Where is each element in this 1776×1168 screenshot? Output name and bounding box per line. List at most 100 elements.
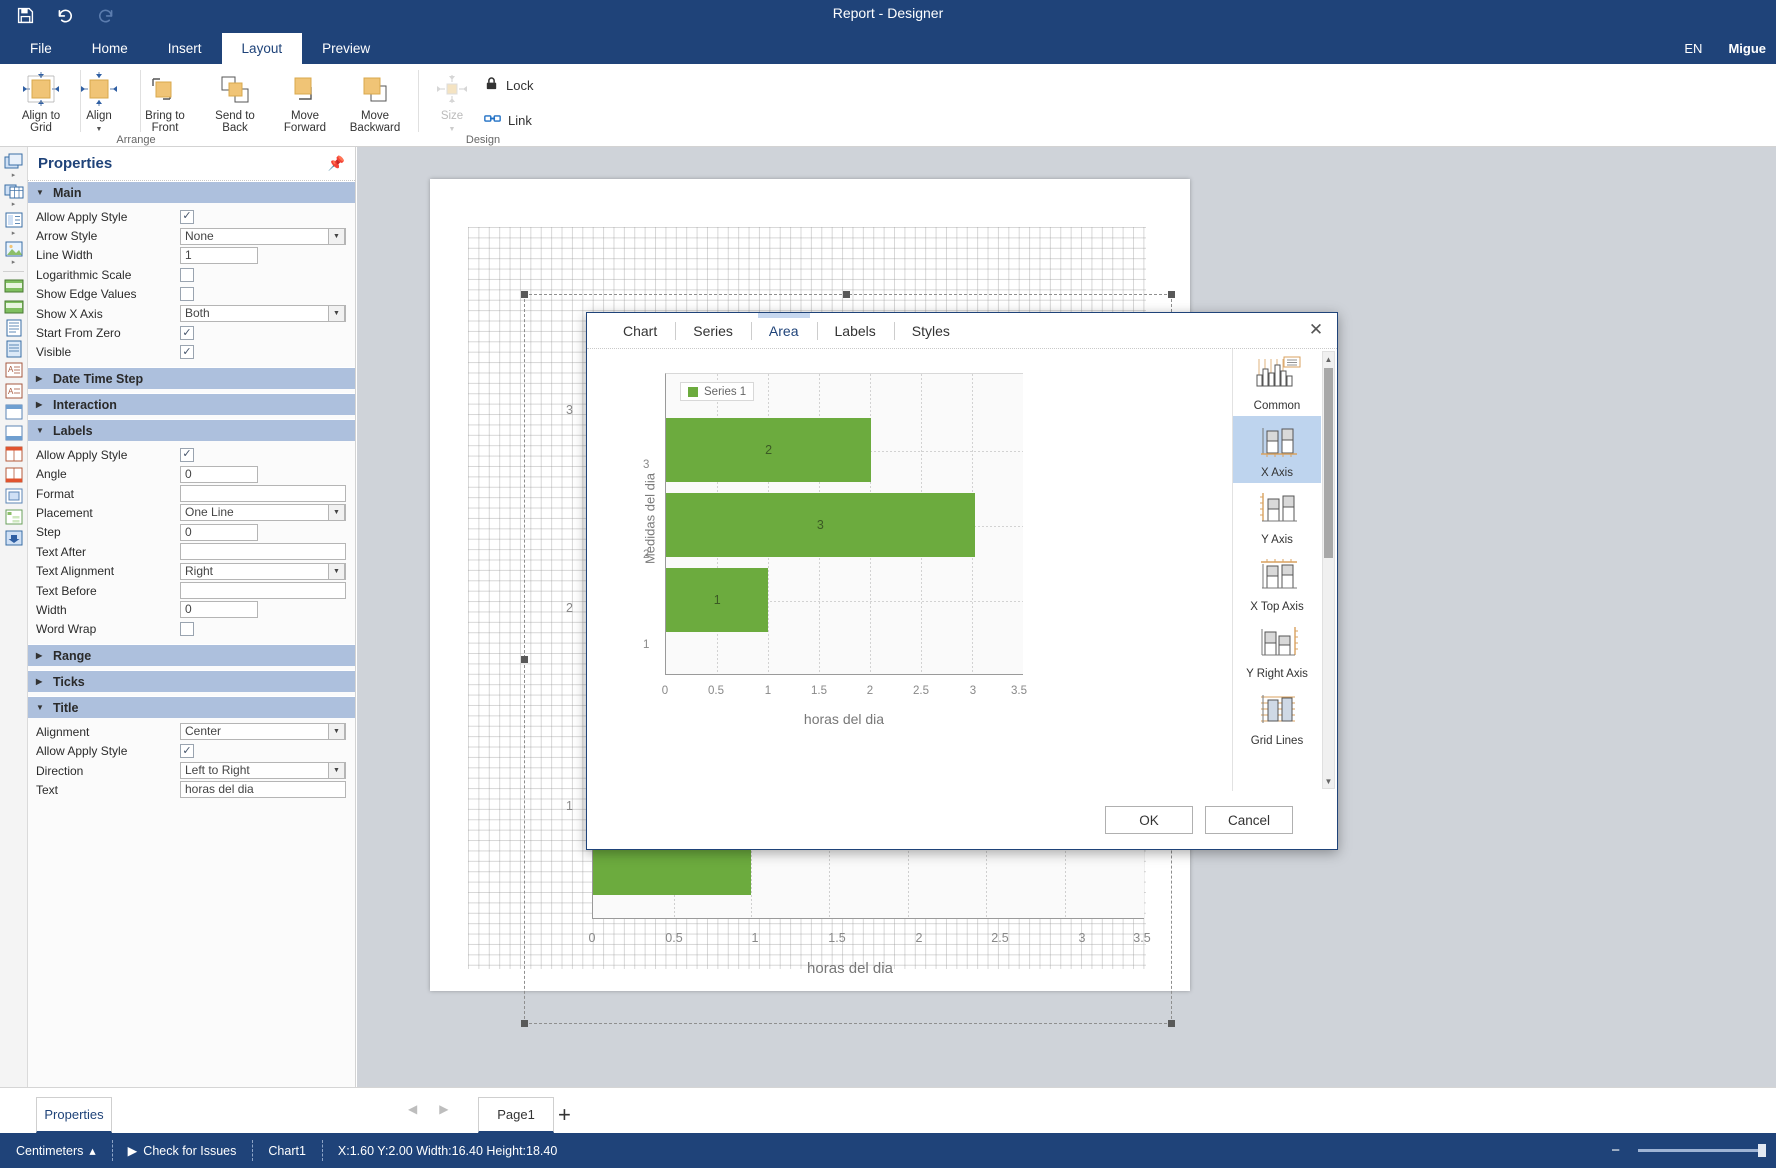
toolbox-item-group-header[interactable]: A bbox=[0, 360, 27, 380]
zoom-slider-thumb[interactable] bbox=[1758, 1144, 1766, 1157]
input-angle[interactable]: 0 bbox=[180, 465, 258, 483]
align-button[interactable]: Align ▼ bbox=[62, 68, 136, 136]
toolbox-item-sub-report[interactable] bbox=[0, 528, 27, 548]
chevron-right-icon[interactable]: ▸ bbox=[0, 201, 27, 209]
toolbox-item-cross-tab[interactable]: ▸ bbox=[0, 210, 27, 238]
ribbon-tab-insert[interactable]: Insert bbox=[148, 33, 222, 64]
area-item-grid-lines[interactable]: Grid Lines bbox=[1233, 684, 1321, 751]
input-width[interactable]: 0 bbox=[180, 601, 258, 619]
pin-icon[interactable]: 📌 bbox=[328, 155, 345, 172]
combo-arrow-style[interactable]: None ▼ bbox=[180, 227, 346, 245]
chevron-right-icon[interactable]: ▶ bbox=[439, 1102, 448, 1116]
toolbox-item-table[interactable]: ▸ bbox=[0, 181, 27, 209]
zoom-slider[interactable] bbox=[1638, 1144, 1766, 1157]
chevron-down-icon[interactable]: ▼ bbox=[328, 562, 345, 580]
dialog-tab-chart[interactable]: Chart bbox=[605, 314, 675, 348]
toolbox-item-header-band[interactable] bbox=[0, 402, 27, 422]
combo-direction[interactable]: Left to Right ▼ bbox=[180, 762, 346, 779]
properties-section-main[interactable]: ▼ Main bbox=[28, 181, 355, 203]
toolbox-item-footer-band[interactable] bbox=[0, 423, 27, 443]
tab-properties[interactable]: Properties bbox=[36, 1097, 112, 1133]
chevron-right-icon[interactable]: ▸ bbox=[0, 259, 27, 267]
dialog-tab-labels[interactable]: Labels bbox=[816, 314, 894, 348]
ok-button[interactable]: OK bbox=[1105, 806, 1193, 834]
properties-section-date-time-step[interactable]: ▶ Date Time Step bbox=[28, 367, 355, 390]
scroll-up-icon[interactable]: ▲ bbox=[1323, 352, 1334, 366]
properties-section-ticks[interactable]: ▶ Ticks bbox=[28, 670, 355, 693]
area-item-x-top-axis[interactable]: X Top Axis bbox=[1233, 550, 1321, 617]
zoom-out-button[interactable]: − bbox=[1611, 1142, 1620, 1159]
ribbon-tab-preview[interactable]: Preview bbox=[302, 33, 390, 64]
toolbox-item-group-footer[interactable]: A bbox=[0, 381, 27, 401]
properties-section-range[interactable]: ▶ Range bbox=[28, 644, 355, 667]
properties-section-labels[interactable]: ▼ Labels bbox=[28, 419, 355, 442]
resize-handle-w[interactable] bbox=[521, 656, 528, 663]
combo-alignment[interactable]: Center ▼ bbox=[180, 723, 346, 741]
tab-page1[interactable]: Page1 bbox=[478, 1097, 554, 1133]
combo-show-x-axis[interactable]: Both ▼ bbox=[180, 305, 346, 323]
checkbox-allow-apply-style[interactable]: ✓ bbox=[180, 744, 194, 759]
bring-to-front-button[interactable]: Bring to Front bbox=[128, 68, 202, 134]
chevron-right-icon[interactable]: ▸ bbox=[0, 172, 27, 180]
input-step[interactable]: 0 bbox=[180, 523, 258, 541]
dialog-tab-styles[interactable]: Styles bbox=[893, 314, 968, 348]
move-forward-button[interactable]: Move Forward bbox=[268, 68, 342, 134]
checkbox-allow-apply-style[interactable]: ✓ bbox=[180, 209, 194, 224]
properties-section-title[interactable]: ▼ Title bbox=[28, 696, 355, 719]
ribbon-tab-layout[interactable]: Layout bbox=[221, 33, 303, 64]
lock-button[interactable]: Lock bbox=[484, 76, 533, 94]
close-icon[interactable]: ✕ bbox=[1305, 319, 1327, 341]
units-selector[interactable]: Centimeters ▴ bbox=[0, 1133, 112, 1168]
toolbox-item-panel[interactable] bbox=[0, 486, 27, 506]
check-issues-button[interactable]: ▶ Check for Issues bbox=[111, 1133, 253, 1168]
toolbox-item-column-footer[interactable] bbox=[0, 465, 27, 485]
resize-handle-nw[interactable] bbox=[521, 291, 528, 298]
input-text-after[interactable] bbox=[180, 543, 346, 561]
checkbox-visible[interactable]: ✓ bbox=[180, 345, 194, 360]
chevron-down-icon[interactable]: ▼ bbox=[328, 504, 345, 522]
toolbox-item-hierarchical[interactable] bbox=[0, 507, 27, 527]
area-element-list[interactable]: Common X Axis Y Axis X Top Axis Y Right Axis… bbox=[1233, 349, 1337, 791]
send-to-back-button[interactable]: Send to Back bbox=[198, 68, 272, 134]
resize-handle-ne[interactable] bbox=[1168, 291, 1175, 298]
area-item-y-right-axis[interactable]: Y Right Axis bbox=[1233, 617, 1321, 684]
checkbox-logarithmic-scale[interactable] bbox=[180, 267, 194, 282]
dialog-tab-series[interactable]: Series bbox=[675, 314, 751, 348]
link-button[interactable]: Link bbox=[484, 112, 532, 128]
resize-handle-n[interactable] bbox=[843, 291, 850, 298]
combo-text-alignment[interactable]: Right ▼ bbox=[180, 562, 346, 580]
area-item-y-axis[interactable]: Y Axis bbox=[1233, 483, 1321, 550]
chevron-down-icon[interactable]: ▼ bbox=[328, 227, 345, 245]
chart-editor-dialog[interactable]: Chart Series Area Labels Styles ✕ Medidas de… bbox=[586, 312, 1338, 850]
area-item-common[interactable]: Common bbox=[1233, 349, 1321, 416]
scroll-down-icon[interactable]: ▼ bbox=[1323, 774, 1334, 788]
toolbox-item-column-header[interactable] bbox=[0, 444, 27, 464]
ribbon-tab-file[interactable]: File bbox=[10, 33, 72, 64]
toolbox-item-band-footer[interactable] bbox=[0, 297, 27, 317]
chevron-down-icon[interactable]: ▼ bbox=[328, 723, 345, 741]
list-scrollbar[interactable]: ▲ ▼ bbox=[1322, 351, 1335, 789]
chevron-down-icon[interactable]: ▼ bbox=[328, 762, 345, 779]
dialog-tab-area[interactable]: Area bbox=[750, 312, 817, 348]
input-text-before[interactable] bbox=[180, 582, 346, 600]
input-text[interactable]: horas del dia bbox=[180, 781, 346, 799]
cancel-button[interactable]: Cancel bbox=[1205, 806, 1293, 834]
checkbox-start-from-zero[interactable]: ✓ bbox=[180, 326, 194, 341]
scroll-thumb[interactable] bbox=[1324, 368, 1333, 558]
toolbox-item-page-footer[interactable] bbox=[0, 339, 27, 359]
chevron-right-icon[interactable]: ▸ bbox=[0, 230, 27, 238]
ribbon-tab-home[interactable]: Home bbox=[72, 33, 148, 64]
input-format[interactable] bbox=[180, 485, 346, 503]
user-name[interactable]: Migue bbox=[1728, 41, 1766, 56]
move-backward-button[interactable]: Move Backward bbox=[338, 68, 412, 134]
toolbox-item-page-header[interactable] bbox=[0, 318, 27, 338]
toolbox-item-image[interactable]: ▸ bbox=[0, 239, 27, 267]
chevron-down-icon[interactable]: ▼ bbox=[328, 305, 345, 323]
chevron-left-icon[interactable]: ◀ bbox=[408, 1102, 417, 1116]
resize-handle-se[interactable] bbox=[1168, 1020, 1175, 1027]
language-indicator[interactable]: EN bbox=[1684, 41, 1702, 56]
checkbox-show-edge-values[interactable] bbox=[180, 287, 194, 302]
plus-icon[interactable]: + bbox=[558, 1102, 571, 1128]
toolbox-item-band-header[interactable] bbox=[0, 276, 27, 296]
properties-section-interaction[interactable]: ▶ Interaction bbox=[28, 393, 355, 416]
